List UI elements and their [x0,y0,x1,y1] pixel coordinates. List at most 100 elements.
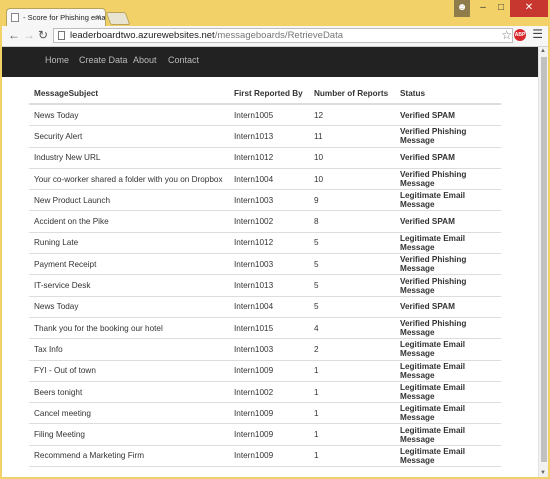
cell-subject: FYI - Out of town [29,360,229,382]
nav-link-create-data[interactable]: Create Data [79,55,128,65]
table-row: Beers tonight Intern1002 1 Legitimate Email… [29,381,501,404]
cell-reports: 11 [309,125,395,148]
cell-status: Legitimate Email Message [395,338,501,361]
cell-status: Verified SPAM [395,296,501,318]
cell-reports: 1 [309,381,395,404]
cell-status: Legitimate Email Message [395,445,501,468]
vertical-scrollbar[interactable]: ▲ ▼ [538,47,548,477]
user-profile-icon[interactable]: ☻ [454,0,470,17]
maximize-button[interactable]: □ [492,0,510,17]
cell-reports: 8 [309,210,395,233]
cell-subject: Thank you for the booking our hotel [29,317,229,340]
cell-reported-by: Intern1012 [229,147,309,169]
table-row: News Today Intern1004 5 Verified SPAM [29,296,501,318]
cell-subject: Security Alert [29,125,229,148]
scroll-down-arrow-icon[interactable]: ▼ [540,470,546,476]
table-row: Security Alert Intern1013 11 Verified Phish… [29,125,501,148]
scroll-up-arrow-icon[interactable]: ▲ [540,48,546,54]
cell-reported-by: Intern1013 [229,274,309,297]
cell-status: Verified Phishing Message [395,168,501,191]
cell-subject: News Today [29,104,229,127]
table-row: New Product Launch Intern1003 9 Legitimate … [29,189,501,212]
table-row: Filing Meeting Intern1009 1 Legitimate Emai… [29,423,501,446]
table-row: Your co-worker shared a folder with you … [29,168,501,191]
cell-subject: IT-service Desk [29,274,229,297]
table-row: Industry New URL Intern1012 10 Verified SPA… [29,147,501,169]
new-tab-button[interactable] [105,12,131,25]
cell-reports: 10 [309,168,395,191]
browser-window: - Score for Phishing email × ☻ – □ ✕ ← →… [0,0,550,479]
back-arrow-icon[interactable]: ← [8,28,20,42]
cell-subject: Recommend a Marketing Firm [29,445,229,468]
address-bar[interactable]: leaderboardtwo.azurewebsites.net/message… [53,28,513,43]
nav-link-home[interactable]: Home [45,55,69,65]
cell-subject: Tax Info [29,338,229,361]
cell-subject: Beers tonight [29,381,229,404]
cell-reported-by: Intern1009 [229,445,309,468]
cell-reported-by: Intern1012 [229,232,309,255]
cell-status: Verified Phishing Message [395,125,501,148]
cell-reports: 4 [309,317,395,340]
cell-subject: Your co-worker shared a folder with you … [29,168,229,191]
cell-subject: New Product Launch [29,189,229,212]
page-favicon-icon [11,13,19,22]
cell-status: Verified Phishing Message [395,274,501,297]
table-row: Payment Receipt Intern1003 5 Verified Phish… [29,253,501,276]
cell-subject: Accident on the Pike [29,210,229,233]
cell-reports: 5 [309,296,395,318]
browser-tab[interactable]: - Score for Phishing email × [6,8,106,26]
cell-subject: Industry New URL [29,147,229,169]
nav-link-about[interactable]: About [133,55,157,65]
tab-strip: - Score for Phishing email × ☻ – □ ✕ [0,0,550,26]
site-navbar: Home Create Data About Contact [2,47,548,77]
cell-reports: 1 [309,445,395,468]
cell-subject: Runing Late [29,232,229,255]
table-row: Cancel meeting Intern1009 1 Legitimate Emai… [29,402,501,425]
browser-toolbar: ← → ↻ leaderboardtwo.azurewebsites.net/m… [2,26,548,47]
cell-status: Legitimate Email Message [395,232,501,255]
cell-reported-by: Intern1015 [229,317,309,340]
minimize-button[interactable]: – [474,0,492,17]
column-header-subject: MessageSubject [29,83,229,105]
cell-reported-by: Intern1013 [229,125,309,148]
scrollbar-thumb[interactable] [541,57,547,462]
cell-status: Verified SPAM [395,104,501,127]
cell-subject: News Today [29,296,229,318]
table-row: Tax Info Intern1003 2 Legitimate Email Mess… [29,338,501,361]
table-row: Runing Late Intern1012 5 Legitimate Email M… [29,232,501,255]
cell-status: Verified Phishing Message [395,317,501,340]
messages-table: MessageSubject First Reported By Number … [29,83,501,468]
cell-reported-by: Intern1003 [229,253,309,276]
window-controls: ☻ – □ ✕ [454,0,548,18]
forward-arrow-icon[interactable]: → [23,28,35,42]
tab-close-icon[interactable]: × [96,9,101,26]
cell-reported-by: Intern1009 [229,423,309,446]
cell-reports: 9 [309,189,395,212]
cell-reported-by: Intern1002 [229,381,309,404]
cell-subject: Filing Meeting [29,423,229,446]
cell-reports: 1 [309,402,395,425]
cell-reported-by: Intern1002 [229,210,309,233]
cell-status: Legitimate Email Message [395,189,501,212]
cell-status: Legitimate Email Message [395,423,501,446]
cell-reports: 5 [309,253,395,276]
tab-title: - Score for Phishing email [23,13,106,22]
close-window-button[interactable]: ✕ [510,0,548,17]
table-row: Thank you for the booking our hotel Inter… [29,317,501,340]
cell-reports: 10 [309,147,395,169]
reload-icon[interactable]: ↻ [38,28,48,42]
cell-reported-by: Intern1004 [229,168,309,191]
adblock-extension-icon[interactable]: ABP [514,29,526,41]
cell-status: Legitimate Email Message [395,360,501,382]
cell-reports: 1 [309,360,395,382]
url-host: leaderboardtwo.azurewebsites.net [70,30,215,41]
cell-reports: 2 [309,338,395,361]
cell-subject: Payment Receipt [29,253,229,276]
browser-menu-icon[interactable]: ☰ [532,27,543,41]
cell-status: Verified Phishing Message [395,253,501,276]
table-row: IT-service Desk Intern1013 5 Verified Phish… [29,274,501,297]
column-header-reports: Number of Reports [309,83,395,105]
column-header-status: Status [395,83,501,105]
bookmark-star-icon[interactable]: ☆ [501,28,512,42]
nav-link-contact[interactable]: Contact [168,55,199,65]
